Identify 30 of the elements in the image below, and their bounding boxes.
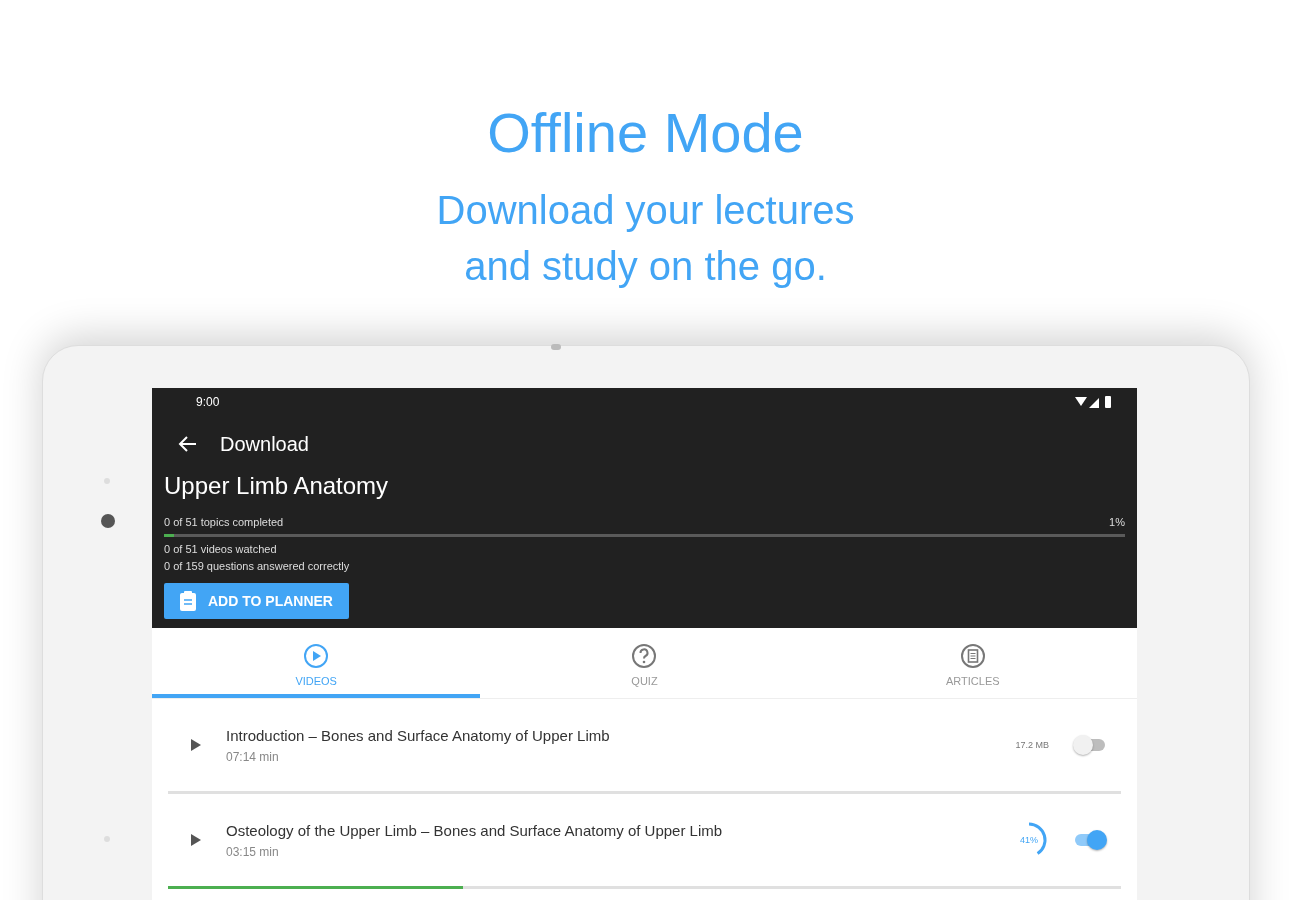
play-icon[interactable] <box>190 833 202 847</box>
video-title: Introduction – Bones and Surface Anatomy of Upper Limb <box>226 726 611 744</box>
progress-percent: 1% <box>1109 515 1125 530</box>
topics-progress-text: 0 of 51 topics completed <box>164 515 284 530</box>
video-duration: 03:15 min <box>226 844 280 859</box>
tab[interactable]: QUIZ <box>480 628 809 698</box>
course-title: Upper Limb Anatomy <box>164 472 390 500</box>
promo-title: Offline Mode <box>487 100 804 166</box>
video-duration: 07:14 min <box>226 749 280 764</box>
tab[interactable]: ARTICLES <box>808 628 1137 698</box>
document-icon <box>959 642 986 669</box>
add-to-planner-button[interactable]: ADD TO PLANNER <box>164 583 349 619</box>
tab[interactable]: VIDEOS <box>152 628 481 698</box>
download-toggle[interactable] <box>1073 735 1107 755</box>
camera-dot <box>101 514 115 528</box>
videos-progress-text: 0 of 51 videos watched <box>164 542 278 557</box>
promo-subtitle: Download your lectures and study on the go. <box>436 187 855 290</box>
app-bar-title: Download <box>220 432 309 456</box>
camera-notch <box>551 344 561 350</box>
file-size: 17.2 MB <box>1015 740 1049 750</box>
status-time: 9:00 <box>196 395 220 409</box>
video-title: Osteology of the Upper Limb – Bones and Surface Anatomy of Upper Limb <box>226 821 724 839</box>
play-icon[interactable] <box>190 738 202 752</box>
progress-percent: 41% <box>1020 835 1038 845</box>
clipboard-icon <box>180 591 196 611</box>
questions-progress-text: 0 of 159 questions answered correctly <box>164 559 351 574</box>
play-icon <box>303 642 330 669</box>
back-arrow-icon[interactable] <box>178 435 198 453</box>
help-icon <box>631 642 658 669</box>
download-toggle[interactable] <box>1073 830 1107 850</box>
